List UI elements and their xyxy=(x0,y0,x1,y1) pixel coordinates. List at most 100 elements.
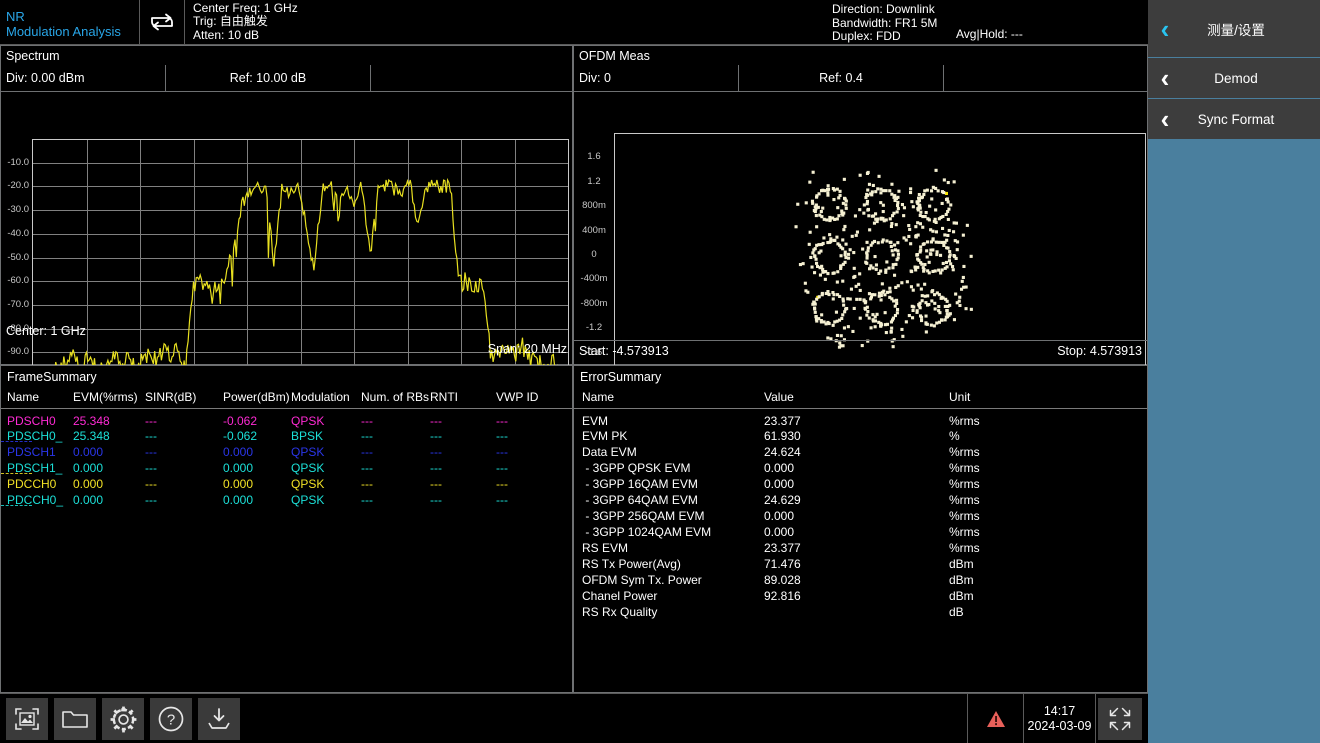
table-row[interactable]: PDSCH10.000---0.000QPSK--------- xyxy=(1,444,572,460)
constellation-point xyxy=(866,209,869,212)
fullscreen-arrows-icon[interactable] xyxy=(1098,698,1142,740)
table-cell-power: -0.062 xyxy=(223,409,291,429)
table-cell-name: RS Rx Quality xyxy=(574,604,764,620)
constellation-point xyxy=(861,248,864,251)
frame-summary-body[interactable]: PDSCH025.348----0.062QPSK---------PDSCH0… xyxy=(1,409,572,525)
table-row[interactable]: - 3GPP 1024QAM EVM0.000%rms xyxy=(574,524,1147,540)
constellation-point xyxy=(825,322,828,325)
spectrum-ytick: -20.0 xyxy=(1,180,29,191)
constellation-point xyxy=(892,263,895,266)
error-summary-panel[interactable]: ErrorSummary NameValueUnit EVM23.377%rms… xyxy=(573,365,1148,693)
constellation-point xyxy=(926,255,929,258)
mode-standard-label: NR xyxy=(6,9,133,24)
table-cell-power: 0.000 xyxy=(223,460,291,476)
constellation-point xyxy=(866,241,869,244)
table-cell-vwp: --- xyxy=(496,476,572,492)
constellation-point xyxy=(853,275,856,278)
error-summary-table-wrap[interactable]: NameValueUnit EVM23.377%rmsEVM PK61.930%… xyxy=(574,390,1147,692)
constellation-point xyxy=(928,218,931,221)
save-icon[interactable] xyxy=(198,698,240,740)
warning-triangle-icon[interactable] xyxy=(967,694,1024,743)
constellation-point xyxy=(868,183,871,186)
constellation-point xyxy=(888,296,891,299)
table-row[interactable]: RS Rx QualitydB xyxy=(574,604,1147,620)
table-row[interactable]: EVM23.377%rms xyxy=(574,409,1147,429)
table-row[interactable]: PDCCH0_0.000---0.000QPSK--------- xyxy=(1,492,572,508)
right-sidebar[interactable]: ‹测量/设置‹Demod‹Sync Format xyxy=(1148,0,1320,743)
constellation-point xyxy=(858,272,861,275)
constellation-point xyxy=(836,217,839,220)
table-row[interactable]: - 3GPP QPSK EVM0.000%rms xyxy=(574,460,1147,476)
spectrum-panel[interactable]: Spectrum Div: 0.00 dBm Ref: 10.00 dB -10… xyxy=(0,45,573,365)
table-row[interactable]: EVM PK61.930% xyxy=(574,428,1147,444)
table-row[interactable]: Data EVM24.624%rms xyxy=(574,444,1147,460)
constellation-point xyxy=(888,267,891,270)
sidebar-item-measurement-settings[interactable]: ‹测量/设置 xyxy=(1148,0,1320,57)
constellation-point xyxy=(832,324,835,327)
constellation-point xyxy=(868,267,871,270)
mode-indicator[interactable]: NR Modulation Analysis xyxy=(0,0,140,44)
error-summary-body[interactable]: EVM23.377%rmsEVM PK61.930%Data EVM24.624… xyxy=(574,409,1147,621)
constellation-point xyxy=(844,251,847,254)
bottom-toolbar[interactable]: ? 14:17 2024-03-09 xyxy=(0,693,1148,743)
constellation-point xyxy=(923,189,926,192)
constellation-point xyxy=(879,322,882,325)
ofdm-ytick: -400m xyxy=(576,273,612,284)
constellation-point xyxy=(945,192,948,195)
gear-icon[interactable] xyxy=(102,698,144,740)
clock-display[interactable]: 14:17 2024-03-09 xyxy=(1024,694,1096,743)
constellation-point xyxy=(932,237,935,240)
table-row[interactable]: Chanel Power92.816dBm xyxy=(574,588,1147,604)
table-row[interactable]: PDSCH0_25.348----0.062BPSK--------- xyxy=(1,428,572,444)
constellation-point xyxy=(943,233,946,236)
constellation-point xyxy=(951,265,954,268)
table-row[interactable]: PDSCH025.348----0.062QPSK--------- xyxy=(1,409,572,429)
loop-arrows-icon[interactable] xyxy=(140,0,185,44)
ofdm-ytick: 0 xyxy=(576,249,612,260)
constellation-point xyxy=(935,241,938,244)
sidebar-item-label: Demod xyxy=(1182,71,1320,86)
constellation-point xyxy=(947,218,950,221)
constellation-point xyxy=(893,274,896,277)
constellation-point xyxy=(931,289,934,292)
table-row[interactable]: OFDM Sym Tx. Power89.028dBm xyxy=(574,572,1147,588)
table-row[interactable]: - 3GPP 64QAM EVM24.629%rms xyxy=(574,492,1147,508)
constellation-point xyxy=(930,240,933,243)
table-row[interactable]: PDSCH1_0.000---0.000QPSK--------- xyxy=(1,460,572,476)
table-cell-value: 24.629 xyxy=(764,492,949,508)
frame-summary-table-wrap[interactable]: NameEVM(%rms)SINR(dB)Power(dBm)Modulatio… xyxy=(1,390,572,692)
help-icon[interactable]: ? xyxy=(150,698,192,740)
table-row[interactable]: RS Tx Power(Avg)71.476dBm xyxy=(574,556,1147,572)
constellation-point xyxy=(937,309,940,312)
table-cell-power: 0.000 xyxy=(223,492,291,508)
frame-summary-panel[interactable]: FrameSummary NameEVM(%rms)SINR(dB)Power(… xyxy=(0,365,573,693)
table-row[interactable] xyxy=(1,508,572,524)
constellation-point xyxy=(934,218,937,221)
constellation-point xyxy=(821,207,824,210)
constellation-point xyxy=(840,317,843,320)
ofdm-ytick: 1.6 xyxy=(576,151,612,162)
constellation-point xyxy=(845,243,848,246)
table-row[interactable]: PDCCH00.000---0.000QPSK--------- xyxy=(1,476,572,492)
folder-icon[interactable] xyxy=(54,698,96,740)
constellation-point xyxy=(867,246,870,249)
spectrum-subheader: Div: 0.00 dBm Ref: 10.00 dB xyxy=(1,65,572,92)
constellation-point xyxy=(935,253,938,256)
sidebar-item-demod[interactable]: ‹Demod xyxy=(1148,58,1320,98)
constellation-point xyxy=(871,266,874,269)
clock-time: 14:17 xyxy=(1044,704,1075,719)
table-row[interactable]: - 3GPP 256QAM EVM0.000%rms xyxy=(574,508,1147,524)
constellation-point xyxy=(891,266,894,269)
constellation-point xyxy=(888,189,891,192)
constellation-point xyxy=(919,245,922,248)
table-row[interactable]: - 3GPP 16QAM EVM0.000%rms xyxy=(574,476,1147,492)
constellation-point xyxy=(929,252,932,255)
screenshot-icon[interactable] xyxy=(6,698,48,740)
constellation-point xyxy=(840,334,843,337)
table-row[interactable]: RS EVM23.377%rms xyxy=(574,540,1147,556)
constellation-point xyxy=(835,311,838,314)
sidebar-item-sync-format[interactable]: ‹Sync Format xyxy=(1148,99,1320,139)
ofdm-meas-panel[interactable]: OFDM Meas Div: 0 Ref: 0.4 1.61.2800m400m… xyxy=(573,45,1148,365)
constellation-point xyxy=(948,229,951,232)
table-cell-rnti xyxy=(430,508,496,524)
